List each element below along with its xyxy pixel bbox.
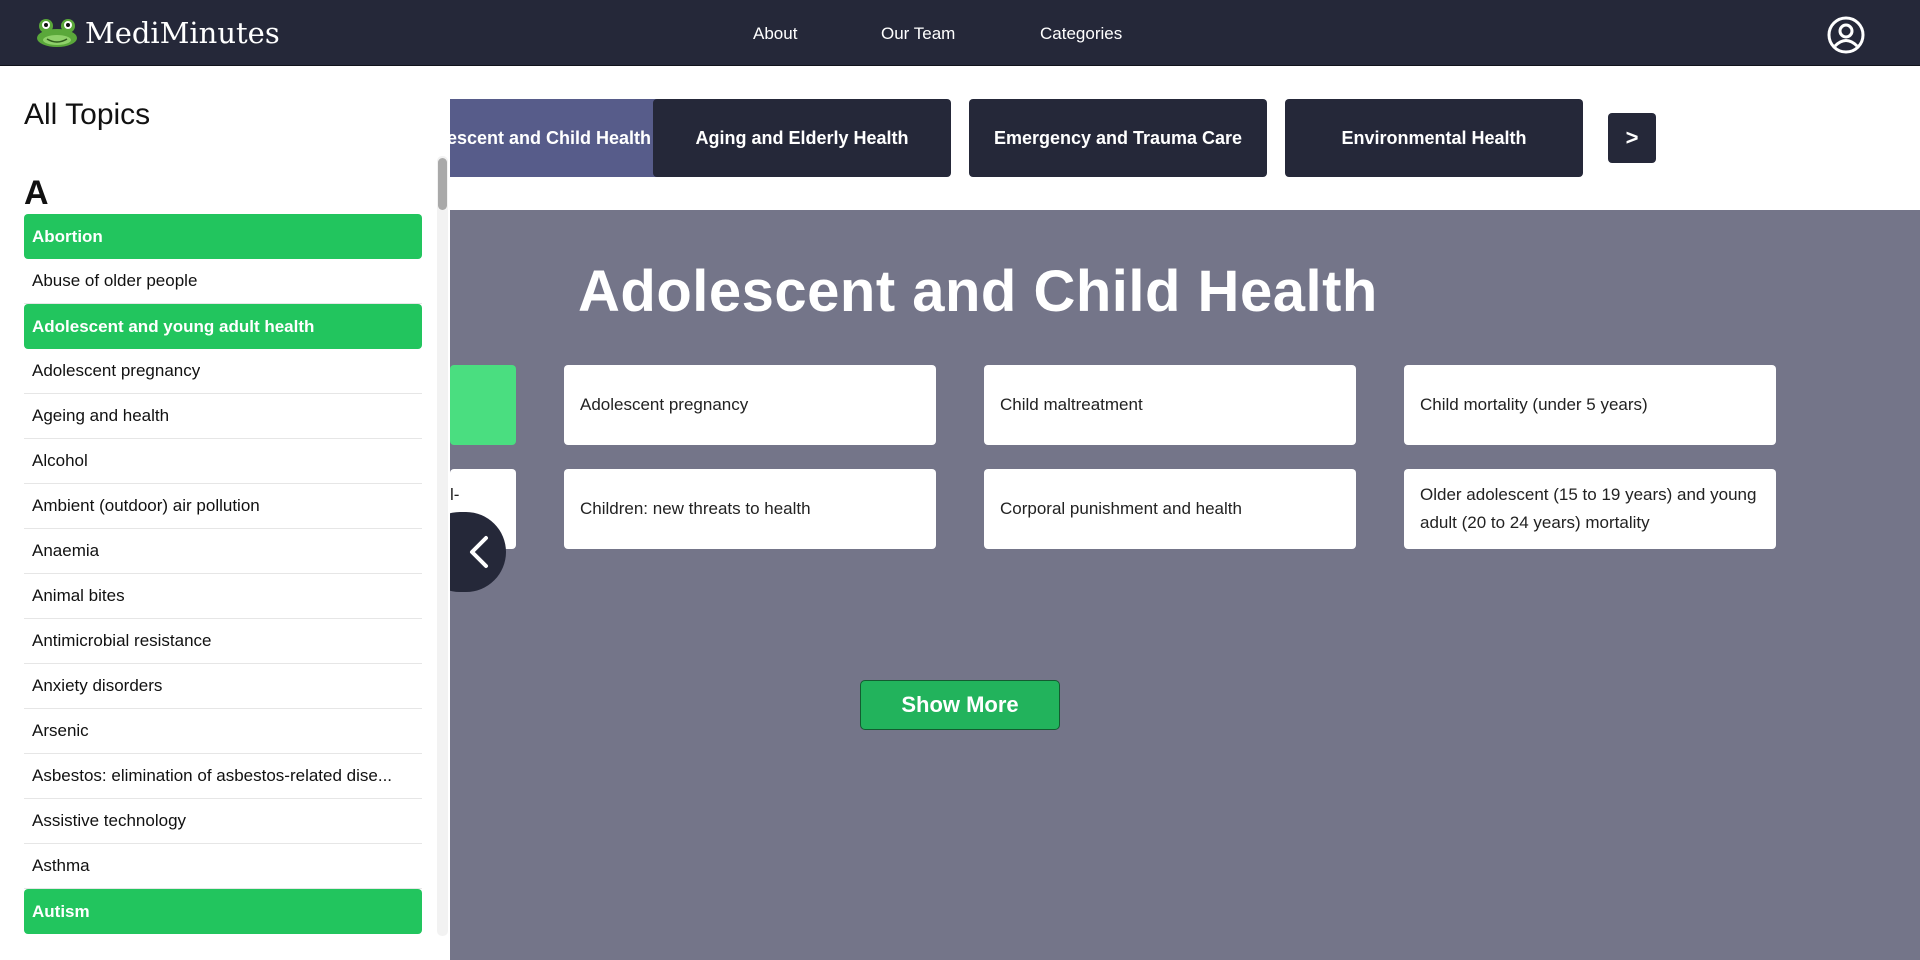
topic-label: Alcohol [32,451,88,470]
topic-item[interactable]: Adolescent and young adult health [24,304,422,349]
tabs-next-button[interactable]: > [1608,113,1656,163]
topic-label: Asbestos: elimination of asbestos-relate… [32,766,393,785]
topic-item[interactable]: Abuse of older people [24,259,422,304]
topic-item[interactable]: Abortion [24,214,422,259]
topic-label: Adolescent pregnancy [32,361,201,380]
topic-card-label: Older adolescent (15 to 19 years) and yo… [1420,485,1757,532]
main-panel: Adolescent and Child Health Aging and El… [450,66,1920,960]
tab-label: Emergency and Trauma Care [993,127,1243,148]
topic-card-label: Corporal punishment and health [1000,499,1242,518]
topic-item[interactable]: Antimicrobial resistance [24,619,422,664]
topic-label: Asthma [32,856,90,875]
all-topics-sidebar: All Topics A Abortion Abuse of older peo… [0,66,450,960]
topic-label: Arsenic [32,721,89,740]
topic-label: Antimicrobial resistance [32,631,212,650]
topic-label: Ageing and health [32,406,170,425]
topic-item[interactable]: Anaemia [24,529,422,574]
nav-about[interactable]: About [753,24,797,44]
sidebar-title: All Topics [24,98,151,131]
topic-label: Ambient (outdoor) air pollution [32,496,260,515]
topic-label: Abortion [32,226,103,246]
category-tabs: Adolescent and Child Health Aging and El… [450,66,1920,210]
topic-label: Anaemia [32,541,100,560]
tab-label: Adolescent and Child Health [450,127,651,148]
top-navbar: MediMinutes About Our Team Categories [0,0,1920,66]
topic-item[interactable]: Anxiety disorders [24,664,422,709]
topic-list: Abortion Abuse of older people Adolescen… [24,214,422,934]
brand-name: MediMinutes [85,16,280,50]
topic-card[interactable]: Older adolescent (15 to 19 years) and yo… [1404,469,1776,549]
topic-card[interactable]: Child maltreatment [984,365,1356,445]
topic-label: Autism [32,901,90,921]
topic-card[interactable]: Corporal punishment and health [984,469,1356,549]
topic-item[interactable]: Ambient (outdoor) air pollution [24,484,422,529]
tab-adolescent-child-health[interactable]: Adolescent and Child Health [450,99,685,177]
topic-label: Adolescent and young adult health [32,316,315,336]
brand-logo[interactable]: MediMinutes [33,16,280,50]
section-title: Adolescent and Child Health [578,259,1378,324]
user-circle-icon[interactable] [1826,15,1866,55]
topic-card-label: l- [450,485,460,504]
tab-label: Environmental Health [1341,127,1527,148]
topic-card-label: Adolescent pregnancy [580,395,749,414]
topic-item[interactable]: Arsenic [24,709,422,754]
topic-label: Assistive technology [32,811,187,830]
tab-environmental-health[interactable]: Environmental Health [1285,99,1583,177]
topic-item[interactable]: Autism [24,889,422,934]
show-more-button[interactable]: Show More [860,680,1060,730]
topic-item[interactable]: Adolescent pregnancy [24,349,422,394]
tab-label: Aging and Elderly Health [695,127,909,148]
topic-card-label: Child maltreatment [1000,395,1143,414]
topic-card-partial[interactable] [450,365,516,445]
topic-item[interactable]: Asthma [24,844,422,889]
topic-card[interactable]: Children: new threats to health [564,469,936,549]
topic-label: Abuse of older people [32,271,198,290]
sidebar-scrollbar[interactable] [437,156,448,936]
topic-card-label: Child mortality (under 5 years) [1420,395,1648,414]
nav-our-team[interactable]: Our Team [881,24,955,44]
frog-logo-icon [37,19,77,47]
category-content: Adolescent and Child Health Adolescent p… [450,210,1920,960]
topic-item[interactable]: Animal bites [24,574,422,619]
topic-label: Anxiety disorders [32,676,163,695]
topic-item[interactable]: Alcohol [24,439,422,484]
chevron-left-icon [470,536,488,568]
topic-card-label: Children: new threats to health [580,499,811,518]
topic-card[interactable]: Child mortality (under 5 years) [1404,365,1776,445]
topic-item[interactable]: Asbestos: elimination of asbestos-relate… [24,754,422,799]
tab-aging-elderly-health[interactable]: Aging and Elderly Health [653,99,951,177]
topic-item[interactable]: Assistive technology [24,799,422,844]
sidebar-scrollbar-thumb[interactable] [438,158,447,210]
alphabet-letter-heading: A [24,174,49,212]
tab-emergency-trauma-care[interactable]: Emergency and Trauma Care [969,99,1267,177]
nav-categories[interactable]: Categories [1040,24,1122,44]
topic-item[interactable]: Ageing and health [24,394,422,439]
topic-label: Animal bites [32,586,125,605]
topic-card[interactable]: Adolescent pregnancy [564,365,936,445]
